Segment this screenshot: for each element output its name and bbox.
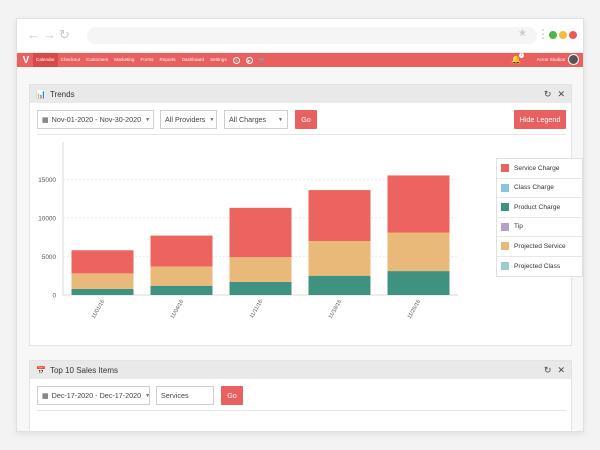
nav-item-customers[interactable]: Customers bbox=[83, 53, 111, 67]
legend-label: Service Charge bbox=[514, 164, 560, 172]
trends-chart: 0 5000 10000 15000 11/01/16 11/04/16 11/11/16 1… bbox=[38, 142, 458, 320]
notification-badge: 1 bbox=[519, 53, 524, 58]
chevron-down-icon: ▼ bbox=[145, 392, 151, 399]
hide-legend-button[interactable]: Hide Legend bbox=[514, 110, 566, 129]
bar-segment bbox=[71, 250, 134, 274]
bar-segment bbox=[387, 232, 450, 272]
bar-segment bbox=[229, 281, 292, 295]
user-name[interactable]: Acme Studios bbox=[537, 53, 565, 67]
refresh-icon[interactable]: ↻ bbox=[544, 364, 552, 376]
chart-legend: Service Charge Class Charge Product Charge… bbox=[496, 158, 583, 277]
legend-label: Class Charge bbox=[514, 184, 554, 192]
y-tick-label: 15000 bbox=[38, 177, 56, 184]
bar-segment bbox=[150, 266, 213, 286]
nav-item-forms[interactable]: Forms bbox=[137, 53, 156, 67]
nav-item-dashboard[interactable]: Dashboard bbox=[179, 53, 207, 67]
calendar-icon: 📅 bbox=[36, 365, 46, 375]
bar-segment bbox=[229, 207, 292, 258]
window-close-dot[interactable] bbox=[569, 31, 577, 39]
top-sales-date-range-value: Dec-17-2020 - Dec-17-2020 bbox=[51, 391, 142, 400]
bar-segment bbox=[71, 288, 134, 295]
bar-segment bbox=[387, 175, 450, 233]
legend-item[interactable]: Product Charge bbox=[497, 198, 582, 218]
legend-label: Projected Class bbox=[514, 262, 561, 270]
window-maximize-dot[interactable] bbox=[549, 31, 557, 39]
nav-item-reports[interactable]: Reports bbox=[156, 53, 178, 67]
forward-arrow-icon[interactable]: → bbox=[43, 27, 56, 43]
browser-menu-icon[interactable]: ⋮ bbox=[537, 26, 549, 42]
nav-item-marketing[interactable]: Marketing bbox=[111, 53, 137, 67]
bar-segment bbox=[229, 257, 292, 282]
back-arrow-icon[interactable]: ← bbox=[27, 27, 40, 43]
bar-segment bbox=[150, 235, 213, 267]
top-sales-panel: 📅 Top 10 Sales Items ↻ ✕ ▦ Dec-17-2020 -… bbox=[29, 360, 572, 431]
bookmark-star-icon[interactable]: ★ bbox=[518, 28, 527, 39]
legend-label: Projected Service bbox=[514, 242, 566, 250]
nav-item-checkout[interactable]: Checkout bbox=[58, 53, 83, 67]
legend-item[interactable]: Tip bbox=[497, 218, 582, 237]
play-icon[interactable]: ▶ bbox=[245, 56, 253, 64]
browser-window: ← → ↻ ★ ⋮ V Calendar Checkout Customers … bbox=[16, 18, 584, 432]
close-icon[interactable]: ✕ bbox=[557, 88, 565, 100]
legend-item[interactable]: Class Charge bbox=[497, 179, 582, 198]
legend-item[interactable]: Projected Class bbox=[497, 257, 582, 277]
bar-segment bbox=[308, 275, 371, 295]
x-tick-label: 11/18/16 bbox=[328, 299, 343, 320]
help-icon[interactable]: ? bbox=[232, 56, 240, 64]
window-minimize-dot[interactable] bbox=[559, 31, 567, 39]
bar-segment bbox=[308, 241, 371, 276]
reload-icon[interactable]: ↻ bbox=[59, 27, 70, 43]
bar-segment bbox=[71, 273, 134, 289]
address-bar[interactable]: ★ bbox=[87, 27, 537, 44]
legend-swatch bbox=[501, 242, 509, 251]
x-tick-label: 11/01/16 bbox=[91, 299, 106, 320]
legend-item[interactable]: Service Charge bbox=[497, 159, 582, 179]
bar-segment bbox=[387, 271, 450, 295]
top-sales-go-button[interactable]: Go bbox=[221, 386, 243, 405]
close-icon[interactable]: ✕ bbox=[557, 364, 565, 376]
legend-swatch bbox=[501, 262, 509, 271]
bar-segment bbox=[308, 190, 371, 241]
browser-toolbar: ← → ↻ ★ ⋮ bbox=[17, 19, 583, 53]
legend-label: Tip bbox=[514, 223, 523, 231]
calendar-icon: ▦ bbox=[42, 392, 49, 400]
category-input[interactable]: Services bbox=[156, 386, 214, 405]
legend-swatch bbox=[501, 183, 509, 192]
app-navbar: V Calendar Checkout Customers Marketing … bbox=[17, 53, 583, 67]
trends-panel: 📊 Trends ↻ ✕ ▦ Nov-01-2020 - Nov-30-2020… bbox=[29, 84, 583, 346]
legend-item[interactable]: Projected Service bbox=[497, 237, 582, 257]
y-tick-label: 0 bbox=[52, 293, 56, 300]
y-tick-label: 5000 bbox=[42, 254, 57, 261]
top-sales-date-range-picker[interactable]: ▦ Dec-17-2020 - Dec-17-2020 ▼ bbox=[37, 386, 150, 405]
legend-swatch bbox=[501, 164, 509, 173]
legend-swatch bbox=[501, 203, 509, 212]
y-tick-label: 10000 bbox=[38, 215, 56, 222]
bar-segment bbox=[150, 285, 213, 295]
main-content: 📊 Trends ↻ ✕ ▦ Nov-01-2020 - Nov-30-2020… bbox=[17, 67, 583, 431]
x-tick-label: 11/04/16 bbox=[170, 299, 185, 320]
cart-icon[interactable]: 🛒 bbox=[258, 57, 265, 64]
x-tick-label: 11/25/16 bbox=[407, 299, 422, 320]
nav-item-settings[interactable]: Settings bbox=[207, 53, 230, 67]
category-value: Services bbox=[161, 391, 189, 400]
top-sales-panel-header: 📅 Top 10 Sales Items ↻ ✕ bbox=[30, 361, 571, 379]
legend-swatch bbox=[501, 222, 509, 231]
divider bbox=[37, 410, 566, 411]
nav-item-calendar[interactable]: Calendar bbox=[33, 53, 58, 67]
refresh-icon[interactable]: ↻ bbox=[544, 88, 552, 100]
top-sales-title: Top 10 Sales Items bbox=[49, 365, 119, 375]
legend-label: Product Charge bbox=[514, 203, 561, 211]
x-tick-label: 11/11/16 bbox=[249, 299, 264, 319]
avatar[interactable] bbox=[568, 54, 579, 65]
app-logo[interactable]: V bbox=[19, 53, 33, 67]
